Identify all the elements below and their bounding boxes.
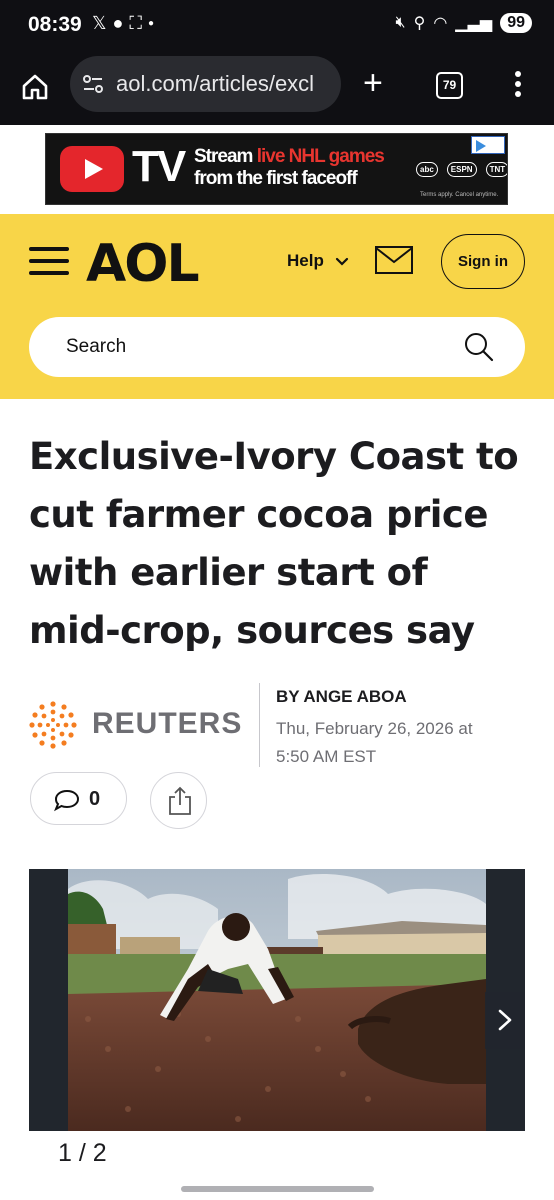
reuters-logo-icon: [29, 701, 77, 749]
comment-icon: [54, 789, 80, 812]
share-button[interactable]: [150, 772, 207, 829]
home-icon: [22, 74, 48, 100]
clock: 08:39: [28, 13, 82, 36]
article-headline: Exclusive-Ivory Coast to cut farmer coco…: [29, 435, 519, 652]
home-button[interactable]: [20, 72, 50, 102]
ad-brand: TV: [132, 142, 186, 191]
wifi-icon: ◠: [433, 15, 448, 32]
chevron-down-icon[interactable]: [334, 254, 350, 270]
comment-count: 0: [89, 788, 101, 810]
article-photo[interactable]: [68, 869, 486, 1131]
author-byline: BY ANGE ABOA: [276, 687, 407, 706]
mail-icon[interactable]: [374, 244, 414, 276]
ad-subline: from the first faceoff: [194, 168, 358, 189]
youtube-logo: [60, 146, 124, 192]
network-logo: ESPN: [446, 162, 477, 177]
dot-icon: ●: [148, 18, 155, 29]
search-input[interactable]: Search: [29, 317, 525, 377]
hamburger-menu-icon[interactable]: [29, 247, 69, 277]
comments-button[interactable]: 0: [30, 772, 127, 825]
ad-banner[interactable]: TV Stream live NHL games from the first …: [45, 133, 508, 205]
browser-toolbar: aol.com/articles/excl + 79: [0, 52, 554, 125]
globe-icon: ●: [112, 13, 124, 33]
share-icon: [169, 786, 191, 815]
search-placeholder[interactable]: Search: [66, 336, 126, 358]
more-icon: [515, 71, 521, 77]
mute-icon: 🔇︎: [395, 14, 406, 31]
ad-terms: Terms apply. Cancel anytime.: [420, 192, 499, 198]
new-tab-button[interactable]: +: [363, 66, 383, 100]
address-bar[interactable]: aol.com/articles/excl: [70, 56, 341, 112]
source-name[interactable]: REUTERS: [92, 707, 242, 741]
url-text[interactable]: aol.com/articles/excl: [116, 71, 336, 97]
network-logo: abc: [416, 162, 438, 177]
byline-divider: [259, 683, 260, 767]
site-header: AOL Help Sign in Search: [0, 214, 554, 399]
location-icon: ⚲: [413, 15, 426, 32]
photo-gallery[interactable]: [29, 869, 525, 1131]
ad-headline: Stream live NHL games: [194, 146, 385, 167]
screenshot-icon: ⛶: [129, 13, 142, 33]
publish-date: Thu, February 26, 2026 at 5:50 AM EST: [276, 719, 473, 766]
help-menu-button[interactable]: Help: [287, 251, 324, 271]
x-icon: 𝕏: [92, 13, 107, 33]
notification-icons: 𝕏 ● ⛶ ●: [92, 13, 154, 34]
adchoices-icon[interactable]: [471, 136, 505, 154]
ad-networks: abc ESPN TNT: [416, 162, 507, 177]
aol-logo[interactable]: AOL: [86, 234, 200, 294]
next-photo-button[interactable]: [485, 992, 525, 1049]
battery-indicator: 99: [500, 13, 532, 33]
gesture-bar[interactable]: [181, 1186, 374, 1192]
chevron-right-icon: [498, 1009, 512, 1031]
tab-switcher-button[interactable]: 79: [436, 72, 463, 99]
status-bar: 08:39 𝕏 ● ⛶ ● 🔇︎ ⚲ ◠ ▁▃▅ 99: [0, 0, 554, 52]
gallery-counter: 1 / 2: [58, 1139, 107, 1167]
signal-icon: ▁▃▅: [455, 15, 493, 32]
search-icon[interactable]: [463, 331, 495, 363]
site-settings-icon[interactable]: [82, 73, 104, 95]
network-logo: TNT: [485, 162, 507, 177]
browser-menu-button[interactable]: [510, 71, 526, 101]
sign-in-button[interactable]: Sign in: [441, 234, 525, 289]
system-icons: 🔇︎ ⚲ ◠ ▁▃▅ 99: [395, 13, 532, 33]
